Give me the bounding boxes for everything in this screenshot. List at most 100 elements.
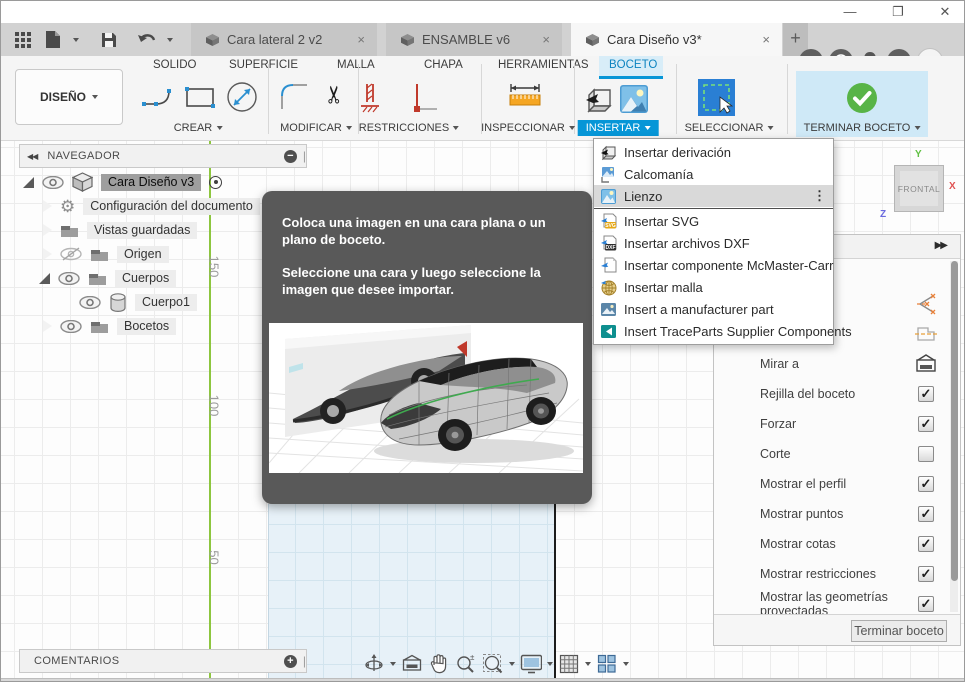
minimize-button[interactable]: — xyxy=(841,3,859,21)
finish-sketch-check-icon[interactable] xyxy=(846,82,878,114)
viewports-caret-icon[interactable] xyxy=(623,662,629,666)
expand-right-icon[interactable]: ▶▶ xyxy=(935,240,946,251)
tab-close-icon[interactable]: × xyxy=(760,32,772,47)
viewcube[interactable]: FRONTAL xyxy=(894,165,944,212)
visibility-eye-icon[interactable] xyxy=(58,272,80,285)
group-restricciones[interactable]: RESTRICCIONES xyxy=(359,120,459,135)
close-button[interactable]: ✕ xyxy=(936,3,954,21)
tree-item-label[interactable]: Vistas guardadas xyxy=(87,222,197,239)
app-grid-icon[interactable] xyxy=(13,30,33,50)
maximize-button[interactable]: ❐ xyxy=(889,3,907,21)
trim-scissors-icon[interactable]: ⚙ ✂ xyxy=(325,80,345,109)
measure-tool-icon[interactable] xyxy=(507,82,543,112)
menu-item-insert-mesh[interactable]: Insertar malla xyxy=(594,276,833,298)
tab-close-icon[interactable]: × xyxy=(355,32,367,47)
tree-row[interactable]: ⚙ Configuración del documento xyxy=(43,195,260,217)
visibility-eye-icon[interactable] xyxy=(60,320,82,333)
viewports-icon[interactable] xyxy=(596,653,618,675)
expand-open-icon[interactable] xyxy=(39,273,50,284)
activate-component-radio[interactable] xyxy=(209,176,222,189)
visibility-off-eye-icon[interactable] xyxy=(60,247,82,261)
group-terminar-boceto[interactable]: TERMINAR BOCETO xyxy=(804,120,921,135)
zoom-icon[interactable]: ± xyxy=(455,653,477,675)
tree-row[interactable]: Vistas guardadas xyxy=(43,219,197,241)
palette-row-show-profile[interactable]: Mostrar el perfil ✓ xyxy=(714,469,942,499)
constraint-vertical-icon[interactable] xyxy=(409,82,439,114)
group-inspeccionar[interactable]: INSPECCIONAR xyxy=(481,120,575,135)
circle-tool-icon[interactable] xyxy=(225,80,259,114)
tree-row[interactable]: Origen xyxy=(43,243,169,265)
menu-item-decal[interactable]: Calcomanía xyxy=(594,163,833,185)
viewcube-face-label[interactable]: FRONTAL xyxy=(900,171,938,206)
save-icon[interactable] xyxy=(99,30,119,50)
fit-caret-icon[interactable] xyxy=(509,662,515,666)
menu-item-manufacturer-part[interactable]: Insert a manufacturer part xyxy=(594,298,833,320)
grid-caret-icon[interactable] xyxy=(585,662,591,666)
group-modificar[interactable]: MODIFICAR xyxy=(280,120,352,135)
menu-item-mcmaster[interactable]: Insertar componente McMaster-Carr xyxy=(594,254,833,276)
finish-sketch-button[interactable]: Terminar boceto xyxy=(851,620,947,642)
checkbox[interactable]: ✓ xyxy=(918,536,934,552)
menu-item-insert-derive[interactable]: Insertar derivación xyxy=(594,141,833,163)
tree-item-label[interactable]: Cuerpos xyxy=(115,270,176,287)
more-options-icon[interactable]: ⋮ xyxy=(813,188,827,204)
file-menu-caret-icon[interactable] xyxy=(73,38,79,42)
checkbox[interactable]: ✓ xyxy=(918,386,934,402)
slot-display-icon[interactable] xyxy=(914,323,938,345)
expand-closed-icon[interactable] xyxy=(43,320,52,332)
menu-item-traceparts[interactable]: Insert TraceParts Supplier Components xyxy=(594,320,833,342)
comments-grip-icon[interactable]: | xyxy=(303,654,306,668)
menu-item-canvas[interactable]: Lienzo ⋮ xyxy=(594,185,833,207)
tab-solido[interactable]: SOLIDO xyxy=(153,59,196,77)
spline-display-icon[interactable] xyxy=(914,293,938,315)
doc-tab[interactable]: Cara lateral 2 v2 × xyxy=(191,23,377,56)
sketch-line-tool-icon[interactable] xyxy=(141,82,173,112)
palette-row-look-at[interactable]: Mirar a xyxy=(714,349,942,379)
tree-item-label[interactable]: Bocetos xyxy=(117,318,176,335)
constraint-fix-icon[interactable] xyxy=(359,82,387,114)
group-seleccionar[interactable]: SELECCIONAR xyxy=(685,120,774,135)
tree-item-label[interactable]: Cuerpo1 xyxy=(135,294,197,311)
canvas-tool-icon[interactable] xyxy=(619,84,649,114)
palette-scrollbar[interactable] xyxy=(950,261,958,612)
expand-closed-icon[interactable] xyxy=(43,248,52,260)
palette-row-slice[interactable]: Corte xyxy=(714,439,942,469)
visibility-eye-icon[interactable] xyxy=(79,296,101,309)
scrollbar-thumb[interactable] xyxy=(951,261,958,581)
doc-tab-active[interactable]: Cara Diseño v3* × xyxy=(571,23,782,56)
navigator-grip-icon[interactable]: | xyxy=(303,149,306,163)
palette-row-show-dimensions[interactable]: Mostrar cotas ✓ xyxy=(714,529,942,559)
tree-row-root[interactable]: Cara Diseño v3 xyxy=(23,171,222,193)
tree-row[interactable]: Cuerpos xyxy=(39,267,176,289)
checkbox[interactable]: ✓ xyxy=(918,506,934,522)
add-comment-icon[interactable]: + xyxy=(284,655,297,668)
tab-malla[interactable]: MALLA xyxy=(337,59,375,77)
comments-bar[interactable]: COMENTARIOS + | xyxy=(19,649,307,673)
display-caret-icon[interactable] xyxy=(547,662,553,666)
navigator-collapse-icon[interactable]: − xyxy=(284,150,297,163)
checkbox[interactable]: ✓ xyxy=(918,596,934,612)
palette-row-snap[interactable]: Forzar ✓ xyxy=(714,409,942,439)
fit-icon[interactable] xyxy=(482,653,504,675)
group-insertar[interactable]: INSERTAR xyxy=(578,120,659,136)
display-settings-icon[interactable] xyxy=(520,653,542,675)
undo-caret-icon[interactable] xyxy=(167,38,173,42)
tab-superficie[interactable]: SUPERFICIE xyxy=(229,59,298,77)
look-at-icon[interactable] xyxy=(401,653,423,675)
expand-open-icon[interactable] xyxy=(23,177,34,188)
menu-item-insert-dxf[interactable]: DXF Insertar archivos DXF xyxy=(594,232,833,254)
orbit-caret-icon[interactable] xyxy=(390,662,396,666)
collapse-left-icon[interactable]: ◀◀ xyxy=(27,152,37,161)
expand-closed-icon[interactable] xyxy=(43,200,52,212)
checkbox[interactable]: ✓ xyxy=(918,476,934,492)
group-crear[interactable]: CREAR xyxy=(174,120,223,135)
tree-item-label[interactable]: Cara Diseño v3 xyxy=(101,174,201,191)
palette-row-show-constraints[interactable]: Mostrar restricciones ✓ xyxy=(714,559,942,589)
tab-boceto[interactable]: BOCETO xyxy=(609,59,657,77)
visibility-eye-icon[interactable] xyxy=(42,176,64,189)
doc-tab[interactable]: ENSAMBLE v6 × xyxy=(386,23,562,56)
orbit-icon[interactable] xyxy=(363,653,385,675)
select-tool-icon[interactable] xyxy=(698,79,735,116)
checkbox[interactable]: ✓ xyxy=(918,416,934,432)
tree-row[interactable]: Bocetos xyxy=(43,315,176,337)
